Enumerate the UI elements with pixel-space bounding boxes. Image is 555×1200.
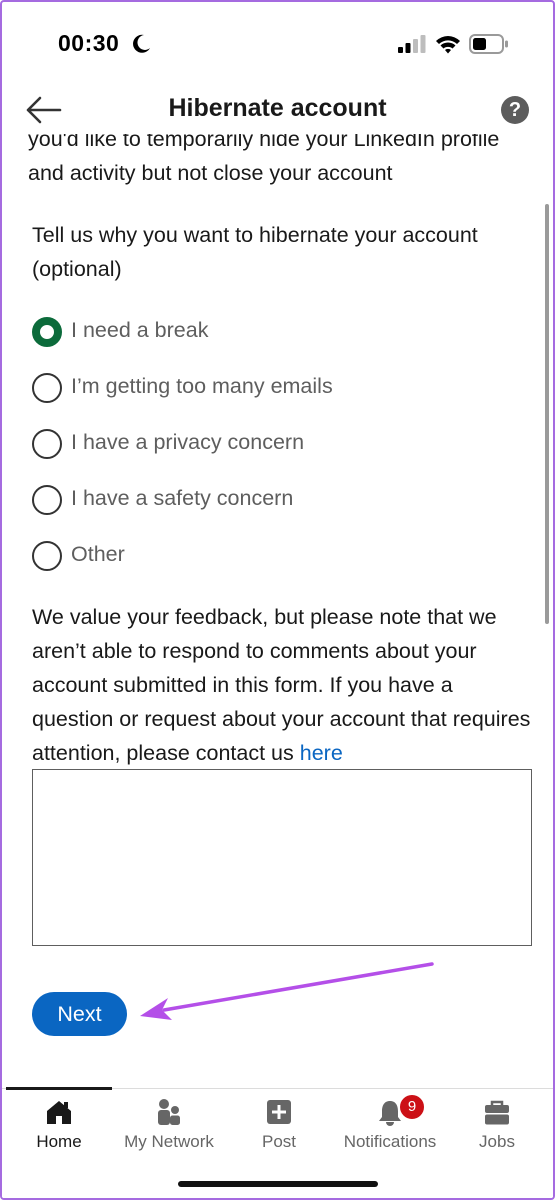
- reason-option-other[interactable]: Other: [32, 538, 532, 594]
- reason-option-privacy[interactable]: I have a privacy concern: [32, 426, 532, 482]
- tab-label: My Network: [124, 1132, 214, 1151]
- scrollbar[interactable]: [545, 204, 549, 624]
- moon-icon: [133, 34, 150, 53]
- phone-screen: 00:30 Hibernate account ? you'd like to …: [0, 0, 555, 1200]
- intro-text: you'd like to temporarily hide your Link…: [28, 134, 500, 185]
- reason-option-emails[interactable]: I’m getting too many emails: [32, 370, 532, 426]
- tab-label: Home: [36, 1132, 82, 1151]
- reason-label: I have a privacy concern: [71, 430, 305, 454]
- feedback-text: We value your feedback, but please note …: [32, 605, 531, 765]
- battery-icon: [469, 34, 508, 54]
- radio-button[interactable]: [32, 485, 62, 515]
- notification-badge: 9: [398, 1093, 426, 1121]
- wifi-icon: [436, 36, 460, 54]
- reason-label: I’m getting too many emails: [71, 374, 333, 398]
- tab-label: Post: [261, 1132, 297, 1151]
- reason-label: I need a break: [71, 318, 209, 342]
- nav-header: Hibernate account ?: [2, 88, 553, 134]
- home-indicator[interactable]: [177, 1181, 378, 1187]
- network-icon: [158, 1099, 180, 1125]
- tab-home[interactable]: Home: [8, 1089, 110, 1159]
- page-title: Hibernate account: [168, 94, 387, 122]
- radio-button[interactable]: [32, 541, 62, 571]
- tab-label: Notifications: [343, 1132, 437, 1151]
- reason-label: Other: [71, 542, 125, 566]
- tab-label: Jobs: [479, 1132, 515, 1151]
- post-plus-icon: [267, 1100, 291, 1124]
- home-icon: [47, 1101, 71, 1124]
- radio-button[interactable]: [32, 317, 62, 347]
- tab-my-network[interactable]: My Network: [114, 1089, 224, 1159]
- reason-options: I need a break I’m getting too many emai…: [32, 314, 532, 594]
- reason-option-break[interactable]: I need a break: [32, 314, 532, 370]
- annotation-arrow-icon: [140, 962, 434, 1020]
- briefcase-icon: [485, 1100, 509, 1125]
- radio-button[interactable]: [32, 429, 62, 459]
- status-bar: 00:30: [2, 2, 553, 88]
- tab-notifications[interactable]: 9 Notifications: [334, 1089, 446, 1159]
- reason-label: I have a safety concern: [71, 486, 294, 510]
- feedback-notice: We value your feedback, but please note …: [32, 600, 532, 770]
- comment-textarea[interactable]: [32, 769, 532, 946]
- cellular-signal-icon: [398, 35, 426, 53]
- help-icon[interactable]: ?: [501, 96, 529, 124]
- reason-question: Tell us why you want to hibernate your a…: [32, 223, 478, 281]
- reason-option-safety[interactable]: I have a safety concern: [32, 482, 532, 538]
- status-time: 00:30: [58, 30, 120, 56]
- next-button[interactable]: Next: [32, 992, 127, 1036]
- bottom-tab-bar: Home My Network Post 9 Notifications Job…: [2, 1087, 553, 1198]
- form-content[interactable]: you'd like to temporarily hide your Link…: [2, 134, 553, 1089]
- tab-jobs[interactable]: Jobs: [454, 1089, 540, 1159]
- tab-post[interactable]: Post: [232, 1089, 326, 1159]
- radio-button[interactable]: [32, 373, 62, 403]
- contact-link[interactable]: here: [300, 741, 343, 765]
